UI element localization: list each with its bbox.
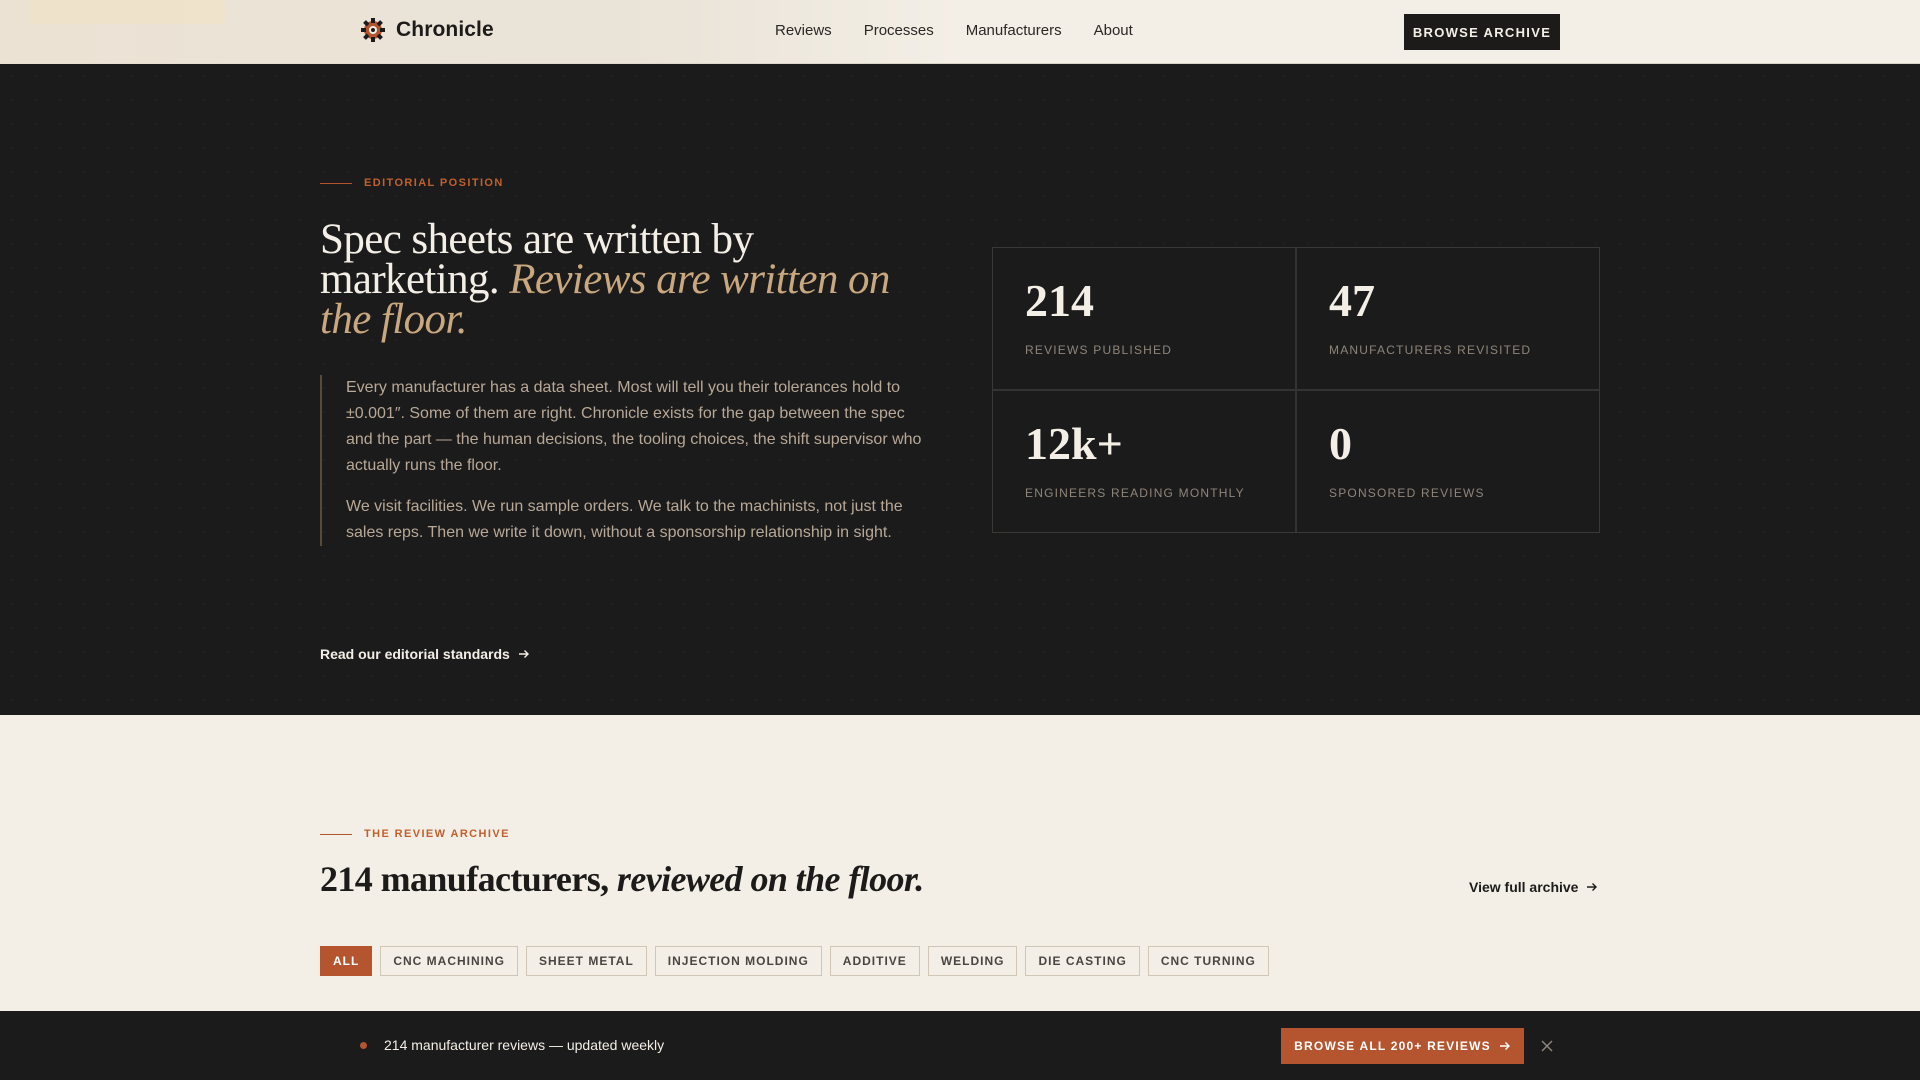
filter-chip-cnc-machining[interactable]: CNC Machining — [380, 946, 518, 976]
filter-chip-additive[interactable]: Additive — [829, 946, 920, 976]
hero-paragraph: We visit facilities. We run sample order… — [346, 498, 903, 541]
filter-chip-injection-molding[interactable]: Injection Molding — [654, 946, 822, 976]
filter-chip-die-casting[interactable]: Die Casting — [1025, 946, 1140, 976]
brand-name: Chronicle — [396, 18, 494, 41]
arrow-right-icon — [1499, 1042, 1510, 1050]
stat-value: 0 — [1329, 418, 1352, 469]
announcement-text: 214 manufacturer reviews — updated weekl… — [384, 1037, 665, 1053]
brand-logo[interactable]: Chronicle — [360, 17, 494, 43]
eyebrow-label: The Review Archive — [364, 828, 510, 840]
review-archive: The Review Archive 214 manufacturers, re… — [0, 715, 1920, 1011]
stat-card: 12k+ Engineers Reading Monthly — [993, 391, 1295, 532]
filter-chip-all[interactable]: All — [320, 946, 373, 976]
arrow-right-icon — [1587, 883, 1598, 891]
stat-label: Sponsored Reviews — [1329, 486, 1485, 500]
hero-title: Spec sheets are written by marketing. Re… — [320, 218, 940, 341]
eyebrow-rule — [320, 833, 352, 835]
editorial-standards-link[interactable]: Read our editorial standards — [320, 646, 530, 662]
stat-value: 12k+ — [1025, 418, 1123, 469]
stat-value: 47 — [1329, 275, 1375, 326]
nav-link-manufacturers[interactable]: Manufacturers — [966, 22, 1062, 39]
nav-link-reviews[interactable]: Reviews — [775, 22, 832, 39]
hero-eyebrow: Editorial Position — [320, 177, 504, 189]
stat-label: Engineers Reading Monthly — [1025, 486, 1245, 500]
archive-title: 214 manufacturers, reviewed on the floor… — [320, 858, 924, 900]
eyebrow-rule — [320, 182, 352, 184]
archive-title-italic: reviewed on the floor. — [616, 859, 924, 899]
close-icon[interactable] — [1540, 1039, 1554, 1053]
filter-chip-welding[interactable]: Welding — [927, 946, 1018, 976]
browse-all-reviews-button[interactable]: Browse all 200+ reviews — [1281, 1028, 1524, 1064]
top-nav: Chronicle Reviews Processes Manufacturer… — [0, 0, 1920, 64]
archive-title-plain: 214 manufacturers, — [320, 859, 609, 899]
stat-card: 214 Reviews Published — [993, 248, 1295, 389]
stats-grid: 214 Reviews Published 47 Manufacturers R… — [992, 247, 1600, 533]
editorial-hero: Editorial Position Spec sheets are writt… — [0, 64, 1920, 715]
filter-chip-sheet-metal[interactable]: Sheet Metal — [526, 946, 647, 976]
browse-archive-button[interactable]: Browse Archive — [1404, 14, 1560, 50]
view-full-archive-link[interactable]: View full archive — [1469, 879, 1598, 895]
eyebrow-label: Editorial Position — [364, 177, 504, 189]
stat-card: 47 Manufacturers Revisited — [1297, 248, 1599, 389]
nav-backdrop-strip — [30, 0, 225, 24]
hero-body: Every manufacturer has a data sheet. Mos… — [320, 375, 930, 546]
process-filter-chips: All CNC Machining Sheet Metal Injection … — [320, 946, 1269, 976]
stat-label: Manufacturers Revisited — [1329, 343, 1532, 357]
view-full-archive-label: View full archive — [1469, 879, 1579, 895]
sticky-announcement-bar: 214 manufacturer reviews — updated weekl… — [0, 1011, 1920, 1080]
nav-link-processes[interactable]: Processes — [864, 22, 934, 39]
arrow-right-icon — [518, 650, 529, 658]
archive-eyebrow: The Review Archive — [320, 828, 510, 840]
stat-value: 214 — [1025, 275, 1094, 326]
browse-all-reviews-label: Browse all 200+ reviews — [1294, 1039, 1491, 1053]
stat-card: 0 Sponsored Reviews — [1297, 391, 1599, 532]
status-dot-icon — [360, 1042, 367, 1049]
nav-link-about[interactable]: About — [1094, 22, 1133, 39]
gear-logo-icon — [361, 18, 385, 42]
main-nav: Reviews Processes Manufacturers About — [775, 22, 1133, 39]
editorial-standards-label: Read our editorial standards — [320, 646, 510, 662]
stat-label: Reviews Published — [1025, 343, 1173, 357]
hero-paragraph: Every manufacturer has a data sheet. Mos… — [346, 379, 922, 474]
filter-chip-cnc-turning[interactable]: CNC Turning — [1147, 946, 1269, 976]
